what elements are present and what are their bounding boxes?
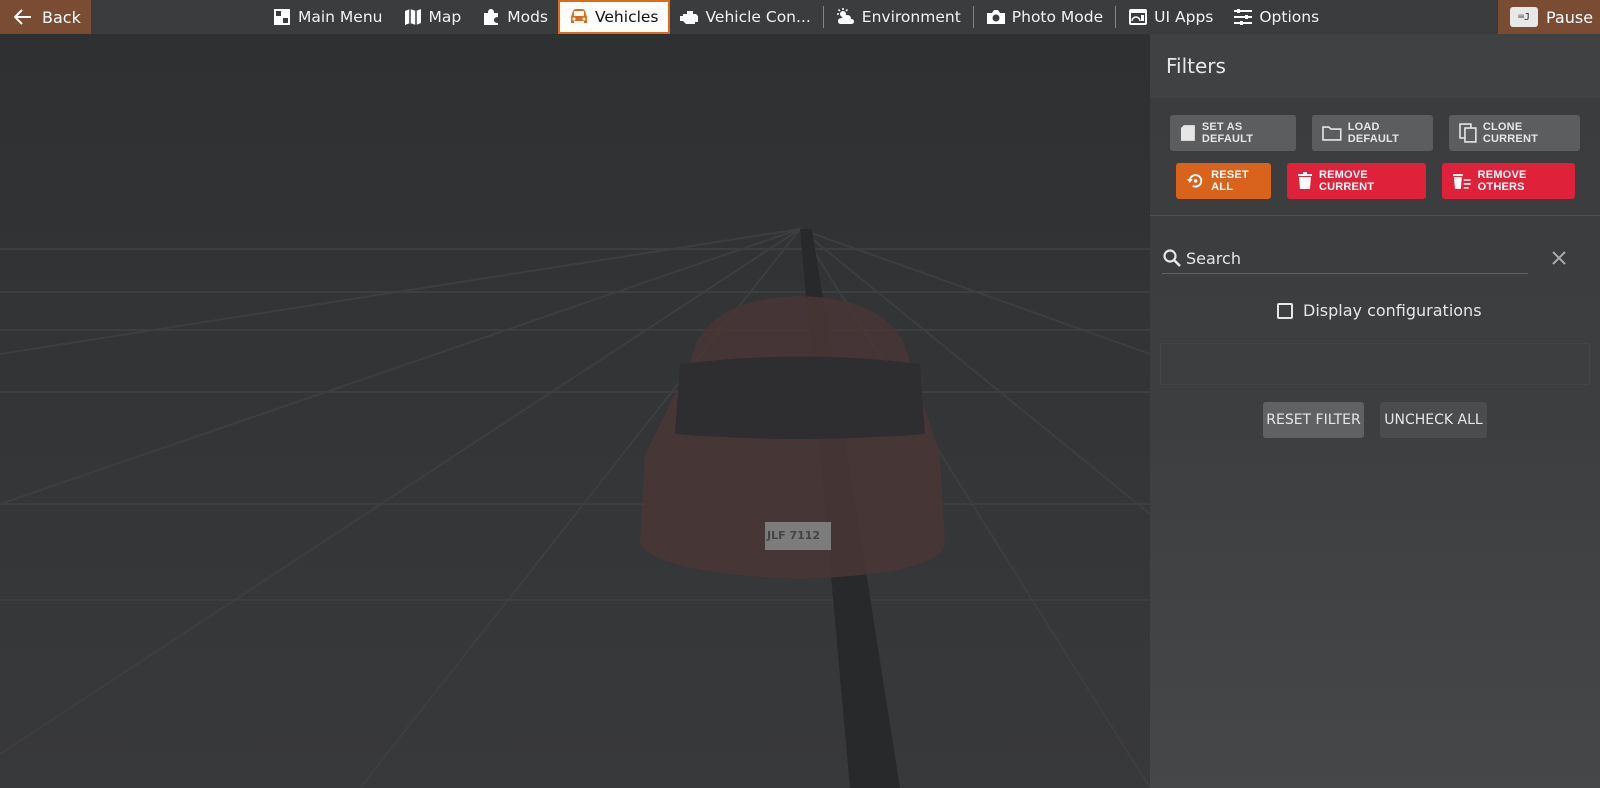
remove-current-label: REMOVE CURRENT	[1318, 169, 1375, 193]
back-label: Back	[42, 7, 81, 27]
nav-ui-apps-label: UI Apps	[1154, 8, 1214, 26]
nav-photo-mode[interactable]: Photo Mode	[976, 0, 1113, 34]
menu-separator	[1115, 6, 1117, 28]
display-configurations-label: Display configurations	[1303, 301, 1482, 320]
nav-vehicles-label: Vehicles	[595, 8, 659, 26]
trash-icon	[1297, 172, 1312, 189]
nav-map-label: Map	[428, 8, 462, 26]
nav-options-label: Options	[1259, 8, 1320, 26]
nav-vehicles[interactable]: Vehicles	[558, 0, 670, 34]
nav-environment-label: Environment	[861, 8, 961, 26]
ground-grid	[0, 228, 1150, 788]
search-icon	[1163, 249, 1181, 267]
keyboard-key-icon: ⌨J	[1510, 7, 1538, 27]
nav-options[interactable]: Options	[1223, 0, 1329, 34]
puzzle-icon	[481, 7, 501, 27]
load-default-button[interactable]: LOAD DEFAULT	[1312, 115, 1433, 151]
reset-filter-label: RESET FILTER	[1266, 412, 1361, 428]
nav-map[interactable]: Map	[393, 0, 472, 34]
reset-all-button[interactable]: RESET ALL	[1176, 163, 1271, 199]
set-as-default-label: SET AS DEFAULT	[1201, 121, 1254, 145]
car-icon	[569, 7, 589, 27]
top-menu-bar: Back Main Menu Map Mods Vehicles Vehicle…	[0, 0, 1600, 34]
pause-label: Pause	[1546, 7, 1594, 27]
weather-icon	[836, 7, 856, 27]
clone-current-button[interactable]: CLONE CURRENT	[1449, 115, 1580, 151]
license-plate-text: JLF 7112	[767, 529, 821, 542]
load-default-label: LOAD DEFAULT	[1347, 121, 1400, 145]
copy-icon	[1459, 123, 1477, 143]
remove-current-button[interactable]: REMOVE CURRENT	[1287, 163, 1426, 199]
engine-icon	[679, 7, 700, 27]
sd-card-icon	[1180, 125, 1195, 141]
nav-main-menu[interactable]: Main Menu	[262, 0, 393, 34]
display-configurations-checkbox[interactable]	[1277, 302, 1293, 319]
nav-vehicle-config-label: Vehicle Con...	[705, 8, 811, 26]
menu-separator	[822, 6, 824, 28]
nav-mods-label: Mods	[507, 8, 548, 26]
uncheck-all-button[interactable]: UNCHECK ALL	[1380, 402, 1487, 438]
trash-list-icon	[1452, 174, 1471, 189]
nav-mods[interactable]: Mods	[471, 0, 558, 34]
display-configurations-toggle[interactable]: Display configurations	[1277, 301, 1482, 320]
reset-all-label: RESET ALL	[1211, 169, 1249, 193]
nav-environment[interactable]: Environment	[826, 0, 971, 34]
arrow-left-icon	[14, 9, 31, 25]
main-menu-icon	[272, 7, 292, 27]
menu-separator	[972, 6, 974, 28]
remove-others-label: REMOVE OTHERS	[1477, 169, 1527, 193]
clone-current-label: CLONE CURRENT	[1482, 121, 1539, 145]
uncheck-all-label: UNCHECK ALL	[1384, 412, 1483, 428]
main-navigation: Main Menu Map Mods Vehicles Vehicle Con.…	[262, 0, 1329, 34]
pause-button[interactable]: ⌨J Pause	[1498, 0, 1600, 34]
vehicle-viewport[interactable]: JLF 7112	[0, 34, 1150, 788]
reset-filter-button[interactable]: RESET FILTER	[1263, 402, 1364, 438]
filters-header: Filters	[1150, 34, 1600, 98]
clear-search-icon[interactable]	[1548, 247, 1570, 269]
sliders-icon	[1233, 7, 1253, 27]
filter-list	[1160, 343, 1590, 385]
ui-apps-icon	[1128, 7, 1148, 27]
panel-title: Filters	[1166, 54, 1226, 78]
camera-icon	[986, 7, 1006, 27]
panel-divider	[1150, 215, 1600, 216]
back-button[interactable]: Back	[0, 0, 91, 34]
nav-ui-apps[interactable]: UI Apps	[1118, 0, 1223, 34]
reset-icon	[1186, 174, 1203, 188]
remove-others-button[interactable]: REMOVE OTHERS	[1442, 163, 1575, 199]
nav-main-menu-label: Main Menu	[298, 8, 383, 26]
folder-icon	[1322, 126, 1342, 141]
nav-vehicle-config[interactable]: Vehicle Con...	[670, 0, 821, 34]
nav-photo-mode-label: Photo Mode	[1011, 8, 1104, 26]
map-icon	[403, 7, 423, 27]
search-input[interactable]: Search	[1162, 243, 1528, 274]
search-placeholder: Search	[1186, 248, 1241, 268]
set-as-default-button[interactable]: SET AS DEFAULT	[1170, 115, 1296, 151]
